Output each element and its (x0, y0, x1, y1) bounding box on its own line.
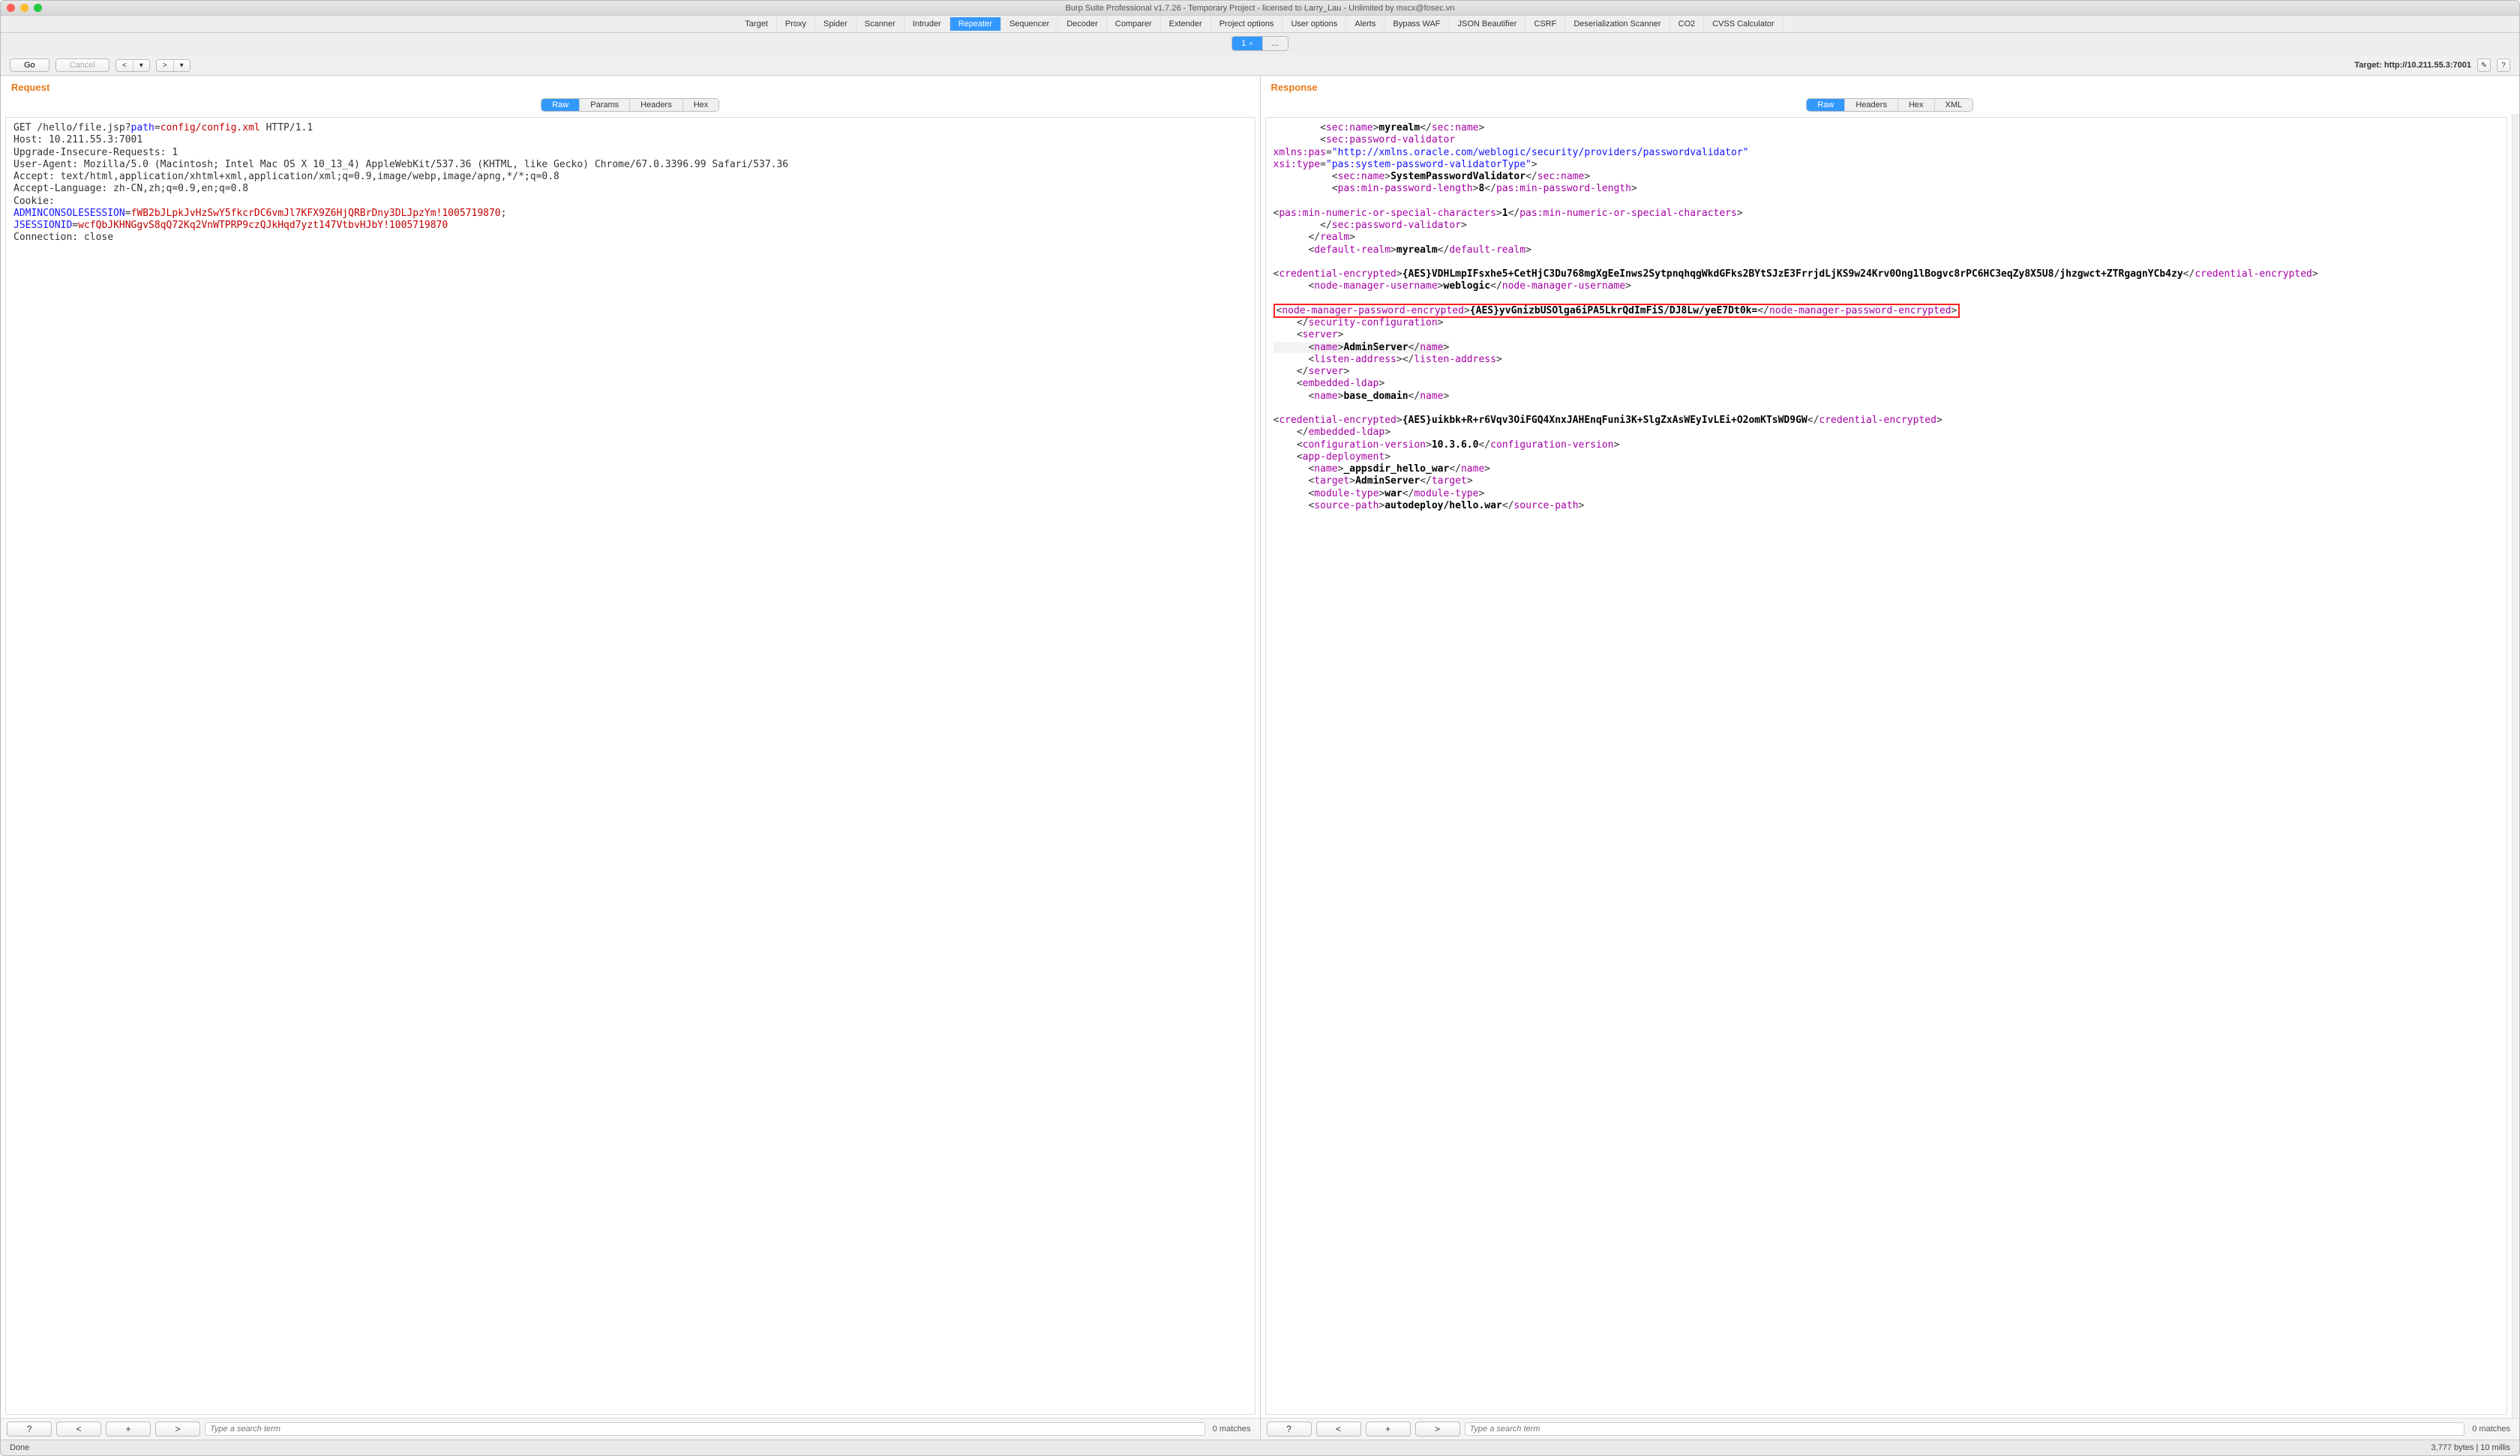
tab-scanner[interactable]: Scanner (856, 17, 904, 31)
next-match-button[interactable]: > (155, 1422, 200, 1437)
response-pane: Response RawHeadersHexXML <sec:name>myre… (1261, 76, 2520, 1440)
tab-extender[interactable]: Extender (1161, 17, 1211, 31)
status-left: Done (10, 1443, 29, 1452)
response-search-bar: ? < + > 0 matches (1261, 1418, 2520, 1440)
tab-decoder[interactable]: Decoder (1058, 17, 1107, 31)
status-bar: Done 3,777 bytes | 10 millis (1, 1440, 2519, 1455)
status-right: 3,777 bytes | 10 millis (2431, 1443, 2510, 1452)
cancel-button[interactable]: Cancel (56, 58, 110, 72)
response-tab-xml[interactable]: XML (1935, 99, 1973, 111)
toolbar: Go Cancel < ▾ > ▾ Target: http://10.211.… (1, 55, 2519, 76)
tab-json-beautifier[interactable]: JSON Beautifier (1450, 17, 1526, 31)
response-tab-hex[interactable]: Hex (1898, 99, 1935, 111)
tab-deserialization-scanner[interactable]: Deserialization Scanner (1565, 17, 1670, 31)
nav-forward-dropdown[interactable]: ▾ (174, 60, 190, 71)
tab-sequencer[interactable]: Sequencer (1001, 17, 1058, 31)
nav-back-dropdown[interactable]: ▾ (134, 60, 149, 71)
request-match-count: 0 matches (1210, 1425, 1254, 1434)
tab-spider[interactable]: Spider (815, 17, 856, 31)
prev-match-button[interactable]: < (1316, 1422, 1361, 1437)
request-search-bar: ? < + > 0 matches (1, 1418, 1260, 1440)
request-raw-editor[interactable]: GET /hello/file.jsp?path=config/config.x… (5, 117, 1256, 1415)
next-match-button[interactable]: > (1415, 1422, 1460, 1437)
minimize-icon[interactable] (20, 4, 28, 12)
response-scrollbar[interactable] (2512, 114, 2519, 1418)
tab-proxy[interactable]: Proxy (777, 17, 815, 31)
repeater-tab-more[interactable]: ... (1263, 37, 1288, 50)
request-header: Request (1, 76, 1260, 96)
tab-cvss-calculator[interactable]: CVSS Calculator (1704, 17, 1784, 31)
request-tab-params[interactable]: Params (580, 99, 630, 111)
tab-target[interactable]: Target (736, 17, 777, 31)
repeater-tab-1[interactable]: 1× (1232, 37, 1262, 50)
close-icon[interactable] (7, 4, 15, 12)
help-button[interactable]: ? (7, 1422, 52, 1437)
target-label: Target: http://10.211.55.3:7001 (2354, 61, 2471, 70)
add-button[interactable]: + (1366, 1422, 1411, 1437)
tab-repeater[interactable]: Repeater (950, 17, 1001, 31)
tab-alerts[interactable]: Alerts (1346, 17, 1384, 31)
response-header: Response (1261, 76, 2520, 96)
response-search-input[interactable] (1465, 1422, 2465, 1436)
request-tab-raw[interactable]: Raw (542, 99, 580, 111)
tab-co2[interactable]: CO2 (1670, 17, 1705, 31)
response-match-count: 0 matches (2469, 1425, 2513, 1434)
tab-user-options[interactable]: User options (1282, 17, 1346, 31)
help-button[interactable]: ? (1267, 1422, 1312, 1437)
nav-forward-button[interactable]: > (157, 60, 174, 71)
tab-csrf[interactable]: CSRF (1526, 17, 1565, 31)
request-tab-headers[interactable]: Headers (630, 99, 683, 111)
close-tab-icon[interactable]: × (1249, 40, 1252, 47)
go-button[interactable]: Go (10, 58, 50, 72)
tab-project-options[interactable]: Project options (1211, 17, 1283, 31)
edit-target-icon[interactable]: ✎ (2477, 58, 2491, 72)
main-tab-bar: TargetProxySpiderScannerIntruderRepeater… (1, 16, 2519, 33)
titlebar: Burp Suite Professional v1.7.26 - Tempor… (1, 1, 2519, 16)
maximize-icon[interactable] (34, 4, 42, 12)
window-title: Burp Suite Professional v1.7.26 - Tempor… (1, 4, 2519, 13)
tab-bypass-waf[interactable]: Bypass WAF (1384, 17, 1449, 31)
prev-match-button[interactable]: < (56, 1422, 101, 1437)
request-pane: Request RawParamsHeadersHex GET /hello/f… (1, 76, 1261, 1440)
response-tab-raw[interactable]: Raw (1807, 99, 1845, 111)
tab-intruder[interactable]: Intruder (904, 17, 950, 31)
tab-comparer[interactable]: Comparer (1107, 17, 1161, 31)
highlighted-password-line: <node-manager-password-encrypted>{AES}yv… (1274, 304, 1960, 318)
request-search-input[interactable] (205, 1422, 1205, 1436)
help-icon[interactable]: ? (2497, 58, 2510, 72)
request-tab-hex[interactable]: Hex (683, 99, 719, 111)
add-button[interactable]: + (106, 1422, 151, 1437)
nav-back-button[interactable]: < (116, 60, 134, 71)
response-tab-headers[interactable]: Headers (1845, 99, 1898, 111)
response-raw-viewer[interactable]: <sec:name>myrealm</sec:name> <sec:passwo… (1265, 117, 2508, 1415)
